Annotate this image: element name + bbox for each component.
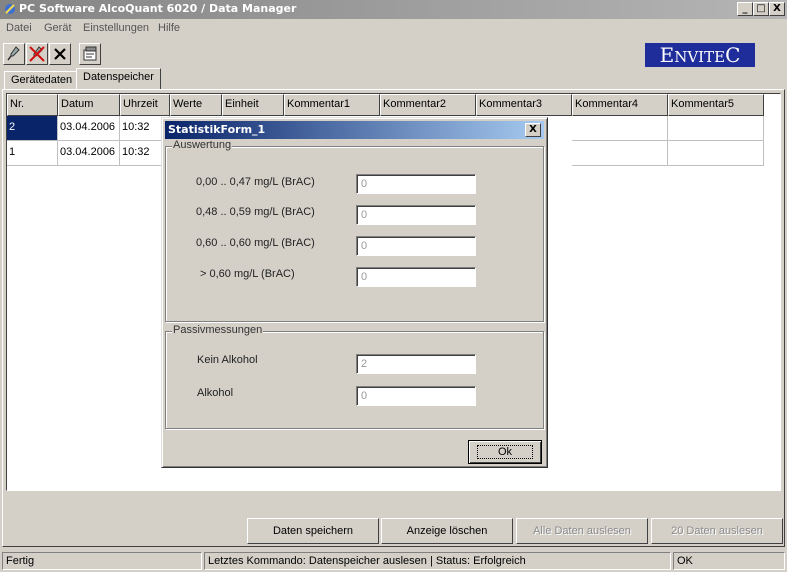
col-header-kommentar2[interactable]: Kommentar2: [380, 94, 476, 116]
range-label-3: 0,60 .. 0,60 mg/L (BrAC): [196, 237, 315, 249]
col-header-kommentar3[interactable]: Kommentar3: [476, 94, 572, 116]
passiv-group: Passivmessungen Kein Alkohol 2 Alkohol 0: [165, 324, 544, 429]
table-cell-datum[interactable]: 03.04.2006: [58, 141, 120, 166]
statistik-dialog: StatistikForm_1 X Auswertung 0,00 .. 0,4…: [161, 117, 548, 468]
range-field-3[interactable]: 0: [356, 236, 476, 256]
dialog-titlebar: StatistikForm_1 X: [165, 121, 544, 139]
col-header-nr[interactable]: Nr.: [7, 94, 58, 116]
table-cell-nr[interactable]: 1: [7, 141, 58, 166]
envitec-logo: ENVITEC: [645, 43, 755, 67]
read-all-data-button[interactable]: Alle Daten auslesen: [516, 518, 648, 544]
read-20-data-button[interactable]: 20 Daten auslesen: [651, 518, 783, 544]
col-header-einheit[interactable]: Einheit: [222, 94, 284, 116]
auswertung-group: Auswertung 0,00 .. 0,47 mg/L (BrAC) 0 0,…: [165, 139, 544, 322]
range-label-2: 0,48 .. 0,59 mg/L (BrAC): [196, 206, 315, 218]
auswertung-label: Auswertung: [172, 139, 233, 151]
connect-icon: [7, 46, 20, 61]
minimize-button[interactable]: _: [737, 2, 753, 16]
disconnect-button[interactable]: [26, 43, 48, 65]
menu-hilfe[interactable]: Hilfe: [158, 22, 180, 34]
col-header-werte[interactable]: Werte: [170, 94, 222, 116]
range-label-4: > 0,60 mg/L (BrAC): [200, 268, 295, 280]
table-cell-kommentar4[interactable]: [572, 141, 668, 166]
tab-datenspeicher[interactable]: Datenspeicher: [76, 68, 161, 90]
table-cell-kommentar4[interactable]: [572, 116, 668, 141]
tab-strip: Gerätedaten Datenspeicher: [0, 68, 787, 90]
menu-datei[interactable]: Datei: [6, 22, 32, 34]
range-field-1[interactable]: 0: [356, 174, 476, 194]
kein-alkohol-field[interactable]: 2: [356, 354, 476, 374]
window-title: PC Software AlcoQuant 6020 / Data Manage…: [19, 2, 297, 15]
passiv-label: Passivmessungen: [172, 324, 264, 336]
status-message: Letztes Kommando: Datenspeicher auslesen…: [204, 552, 671, 570]
statusbar: Fertig Letztes Kommando: Datenspeicher a…: [0, 550, 787, 572]
col-header-kommentar5[interactable]: Kommentar5: [668, 94, 764, 116]
menubar: Datei Gerät Einstellungen Hilfe: [0, 19, 787, 39]
connect-button[interactable]: [3, 43, 25, 65]
col-header-kommentar4[interactable]: Kommentar4: [572, 94, 668, 116]
range-field-4[interactable]: 0: [356, 267, 476, 287]
col-header-datum[interactable]: Datum: [58, 94, 120, 116]
table-cell-kommentar5[interactable]: [668, 116, 764, 141]
status-state: Fertig: [2, 552, 202, 570]
delete-button[interactable]: [49, 43, 71, 65]
alkohol-field[interactable]: 0: [356, 386, 476, 406]
table-cell-kommentar5[interactable]: [668, 141, 764, 166]
properties-button[interactable]: [79, 43, 101, 65]
properties-icon: [83, 46, 97, 61]
disconnect-icon: [29, 46, 45, 62]
col-header-kommentar1[interactable]: Kommentar1: [284, 94, 380, 116]
dialog-close-button[interactable]: X: [525, 123, 541, 137]
range-field-2[interactable]: 0: [356, 205, 476, 225]
delete-icon: [54, 48, 66, 60]
menu-einstellungen[interactable]: Einstellungen: [83, 22, 149, 34]
status-result: OK: [673, 552, 785, 570]
col-header-uhrzeit[interactable]: Uhrzeit: [120, 94, 170, 116]
kein-alkohol-label: Kein Alkohol: [197, 354, 258, 366]
dialog-title: StatistikForm_1: [168, 123, 266, 136]
table-cell-nr[interactable]: 2: [7, 116, 58, 141]
clear-display-button[interactable]: Anzeige löschen: [381, 518, 513, 544]
range-label-1: 0,00 .. 0,47 mg/L (BrAC): [196, 176, 315, 188]
table-cell-datum[interactable]: 03.04.2006: [58, 116, 120, 141]
ok-button-label: Ok: [476, 445, 534, 459]
menu-geraet[interactable]: Gerät: [44, 22, 72, 34]
window-titlebar: PC Software AlcoQuant 6020 / Data Manage…: [0, 0, 787, 19]
alkohol-label: Alkohol: [197, 387, 234, 399]
maximize-button[interactable]: □: [753, 2, 769, 16]
app-icon: [5, 4, 15, 14]
tab-geraetedaten[interactable]: Gerätedaten: [4, 71, 80, 90]
save-data-button[interactable]: Daten speichern: [247, 518, 379, 544]
close-button[interactable]: X: [769, 2, 785, 16]
ok-button[interactable]: Ok: [468, 440, 542, 464]
